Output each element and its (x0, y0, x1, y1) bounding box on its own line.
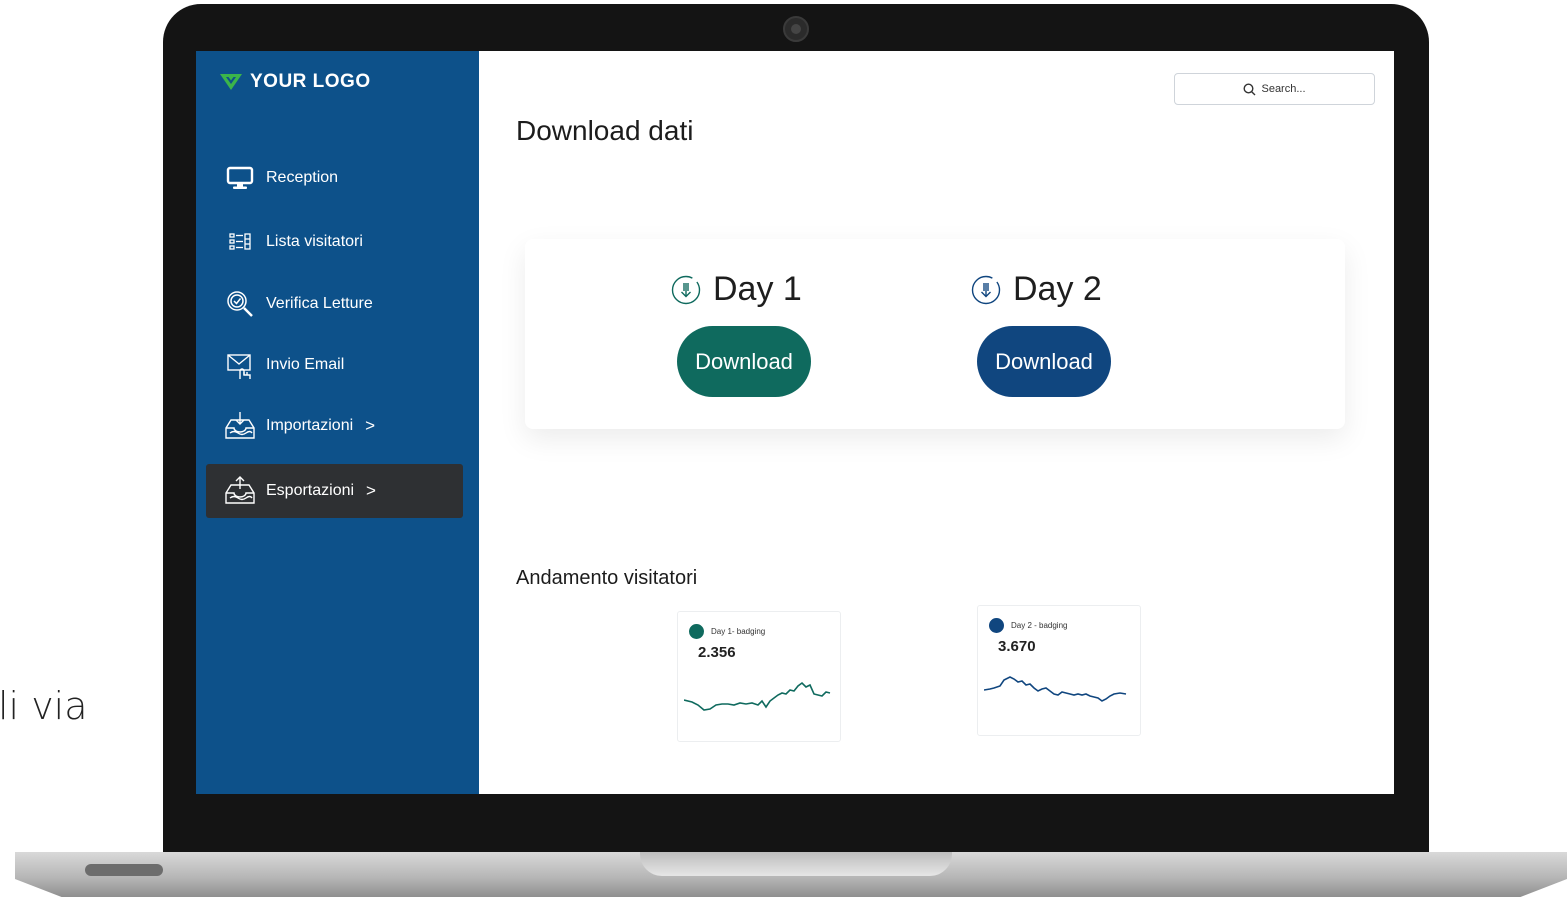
sparkline-day-2 (984, 676, 1127, 702)
page-title: Download dati (516, 115, 694, 146)
camera-icon (783, 16, 809, 42)
app-screen: YOUR LOGO Reception Lista visitatori Ver… (196, 51, 1394, 794)
sidebar-item-label: Reception (266, 169, 339, 186)
logo-icon (220, 74, 242, 90)
search-icon (1243, 82, 1256, 95)
legend-label: Day 1- badging (711, 627, 766, 636)
legend-dot (989, 618, 1004, 633)
visitor-count: 2.356 (698, 644, 736, 661)
sidebar-item-lista-visitatori[interactable]: Lista visitatori (206, 215, 463, 269)
logo-text: YOUR LOGO (250, 71, 371, 92)
sidebar-item-importazioni[interactable]: Importazioni > (206, 399, 463, 453)
inbox-export-icon (224, 476, 256, 506)
page: li via YOUR LOGO Reception Lista visitat… (0, 0, 1567, 897)
laptop-notch (640, 852, 952, 876)
download-day-1-button[interactable]: Download (677, 326, 811, 397)
day-label: Day 2 (1013, 270, 1102, 308)
sidebar-item-label: Esportazioni (266, 482, 355, 499)
logo[interactable]: YOUR LOGO (220, 71, 371, 93)
sidebar-item-verifica-letture[interactable]: Verifica Letture (206, 277, 463, 331)
search-input[interactable]: Search... (1174, 73, 1375, 105)
visitor-count: 3.670 (998, 638, 1036, 655)
sidebar-item-label: Invio Email (266, 356, 345, 373)
sidebar-item-label: Lista visitatori (266, 233, 363, 250)
download-card: Day 1 Download Day 2 Download (525, 239, 1345, 429)
legend: Day 2 - badging (989, 618, 1067, 633)
background-text: li via (0, 684, 88, 728)
download-day-2-button[interactable]: Download (977, 326, 1111, 397)
download-circle-icon (671, 275, 701, 304)
day-1-heading: Day 1 (671, 270, 802, 309)
sidebar: YOUR LOGO Reception Lista visitatori Ver… (196, 51, 479, 794)
legend-dot (689, 624, 704, 639)
laptop-grip (85, 864, 163, 876)
email-hand-icon (224, 350, 256, 380)
sidebar-item-label: Verifica Letture (266, 295, 373, 312)
day-label: Day 1 (713, 270, 802, 308)
list-icon (224, 227, 256, 257)
legend-label: Day 2 - badging (1011, 621, 1068, 630)
search-placeholder: Search... (1261, 83, 1306, 95)
visitor-card-day-1[interactable]: Day 1- badging 2.356 (677, 611, 841, 742)
sidebar-item-esportazioni[interactable]: Esportazioni > (206, 464, 463, 518)
chevron-right-icon: > (365, 416, 376, 435)
monitor-icon (224, 163, 256, 193)
sidebar-item-label: Importazioni (266, 417, 354, 434)
inbox-import-icon (224, 411, 256, 441)
download-circle-icon (971, 275, 1001, 304)
legend: Day 1- badging (689, 624, 765, 639)
magnify-check-icon (224, 289, 256, 319)
chevron-right-icon: > (366, 481, 376, 500)
sidebar-item-invio-email[interactable]: Invio Email (206, 338, 463, 392)
visitor-card-day-2[interactable]: Day 2 - badging 3.670 (977, 605, 1141, 736)
day-2-heading: Day 2 (971, 270, 1102, 309)
section-title: Andamento visitatori (516, 567, 698, 589)
sparkline-day-1 (684, 681, 831, 711)
sidebar-item-reception[interactable]: Reception (206, 151, 463, 205)
